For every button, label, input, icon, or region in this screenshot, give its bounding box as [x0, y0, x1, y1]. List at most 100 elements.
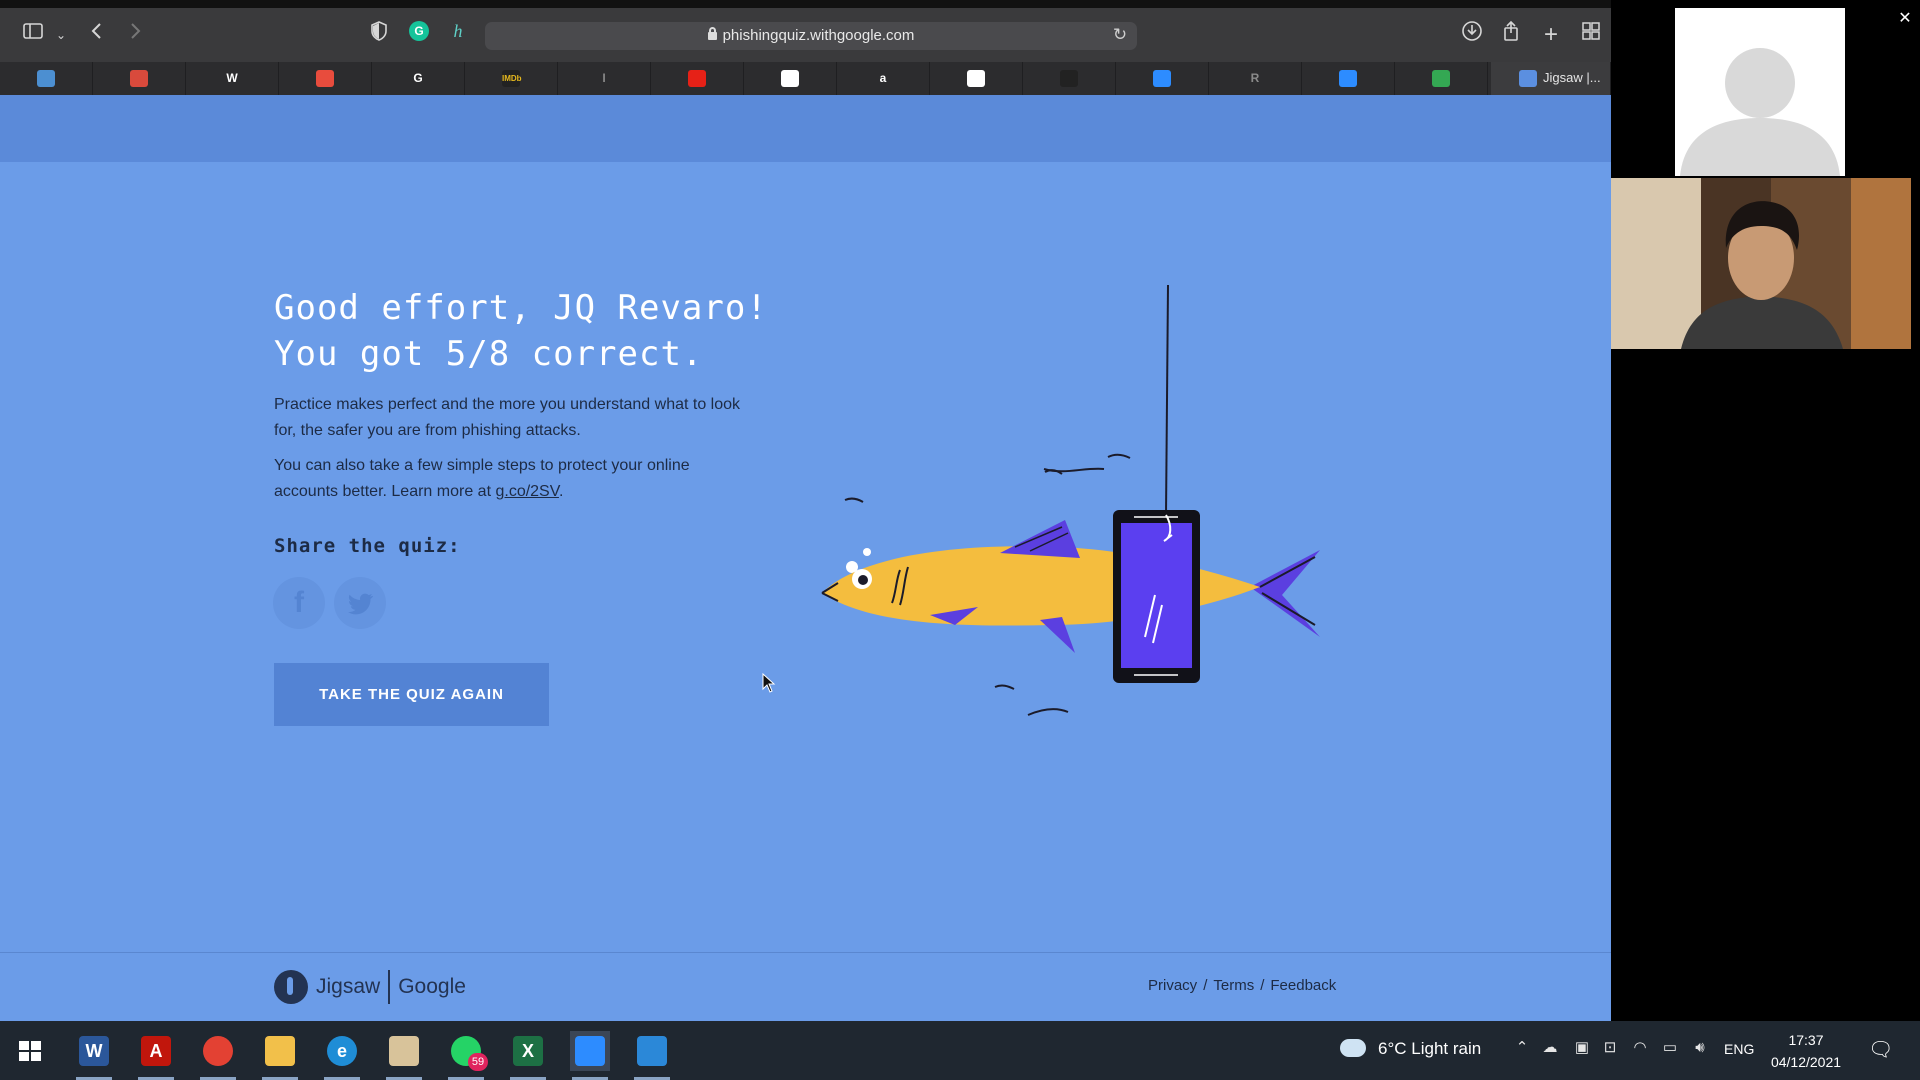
participant-video-feed	[1611, 178, 1911, 349]
close-icon[interactable]: ✕	[1890, 8, 1920, 28]
browser-tab[interactable]	[0, 62, 93, 95]
participant-tile-video[interactable]	[1611, 178, 1911, 349]
feedback-link[interactable]: Feedback	[1270, 977, 1336, 994]
sidebar-toggle-icon[interactable]	[18, 20, 48, 50]
browser-tab[interactable]: I	[558, 62, 651, 95]
google-wordmark: Google	[398, 975, 466, 998]
chevron-up-icon[interactable]: ⌃	[1512, 1038, 1532, 1058]
clock[interactable]: 17:37 04/12/2021	[1766, 1029, 1846, 1073]
asana-icon	[316, 70, 334, 87]
notification-badge: 59	[468, 1053, 488, 1071]
terms-link[interactable]: Terms	[1213, 977, 1254, 994]
share-icon[interactable]	[1496, 20, 1526, 50]
shield-icon[interactable]	[364, 20, 394, 50]
taskbar-app[interactable]	[198, 1031, 238, 1080]
learn-more-link[interactable]: g.co/2SV	[495, 483, 558, 500]
taskbar-app[interactable]	[632, 1031, 672, 1080]
taskbar-app[interactable]: 59	[446, 1031, 488, 1080]
address-bar[interactable]: phishingquiz.withgoogle.com	[485, 22, 1137, 50]
zoom-icon	[1339, 70, 1357, 87]
protect-paragraph: You can also take a few simple steps to …	[274, 453, 754, 505]
browser-tab[interactable]	[930, 62, 1023, 95]
taskbar-app[interactable]	[260, 1031, 300, 1080]
tab-bar: W G IMDb Ia R Jigsaw |...	[0, 62, 1611, 95]
car-icon	[130, 70, 148, 87]
chrome-icon	[203, 1036, 233, 1066]
link-separator: /	[1260, 977, 1265, 994]
back-icon[interactable]	[82, 20, 112, 50]
taskbar-app[interactable]: W	[74, 1031, 114, 1080]
taskbar-app[interactable]	[384, 1031, 424, 1080]
grammarly-icon[interactable]: G	[404, 20, 434, 50]
taskbar-app[interactable]: e	[322, 1031, 362, 1080]
take-quiz-again-button[interactable]: TAKE THE QUIZ AGAIN	[274, 663, 549, 726]
windows-logo-icon	[19, 1041, 41, 1061]
browser-tab[interactable]: a	[837, 62, 930, 95]
zoom-icon	[1153, 70, 1171, 87]
wifi-icon[interactable]: ◠	[1630, 1038, 1650, 1058]
weather-text[interactable]: 6°C Light rain	[1378, 1039, 1481, 1059]
taskbar-app[interactable]: X	[508, 1031, 548, 1080]
volume-icon[interactable]: 🔊︎	[1690, 1038, 1710, 1058]
word-icon: W	[79, 1036, 109, 1066]
browser-tab[interactable]	[744, 62, 837, 95]
tab-overview-icon[interactable]	[1576, 20, 1606, 50]
jigsaw-logo-icon	[274, 970, 308, 1004]
facebook-share-button[interactable]: f	[273, 577, 325, 629]
jigsaw-favicon-icon	[1519, 70, 1537, 87]
browser-tab[interactable]	[1302, 62, 1395, 95]
twitter-share-button[interactable]	[334, 577, 386, 629]
privacy-link[interactable]: Privacy	[1148, 977, 1197, 994]
reload-icon[interactable]: ↻	[1108, 20, 1132, 50]
jigsaw-google-logo[interactable]: Jigsaw Google	[274, 967, 466, 1007]
download-icon[interactable]	[1457, 20, 1487, 50]
device-icon[interactable]: ▣	[1572, 1038, 1592, 1058]
browser-tab[interactable]	[1395, 62, 1488, 95]
fish-phone-illustration	[821, 284, 1320, 716]
cloud-rain-icon[interactable]	[1340, 1039, 1366, 1057]
headline-line-1: Good effort, JQ Revaro!	[274, 288, 768, 328]
file-explorer-icon	[265, 1036, 295, 1066]
svg-text:h: h	[454, 21, 463, 41]
browser-tab[interactable]: G	[372, 62, 465, 95]
tab-active[interactable]: Jigsaw |...	[1491, 62, 1611, 95]
page-header-band	[0, 95, 1611, 162]
svg-text:G: G	[414, 24, 423, 38]
browser-tab[interactable]: R	[1209, 62, 1302, 95]
mouse-cursor-icon	[762, 673, 776, 693]
browser-window: ⌄ G h phishingquiz.withgoogle.com ↻ + W …	[0, 0, 1611, 1021]
chevron-down-icon[interactable]: ⌄	[46, 20, 76, 50]
participant-tile-placeholder[interactable]	[1675, 8, 1845, 176]
phone-screen	[1121, 523, 1192, 668]
dark-tab-icon	[1060, 70, 1078, 87]
browser-tab[interactable]: IMDb	[465, 62, 558, 95]
browser-tab[interactable]	[93, 62, 186, 95]
browser-tab[interactable]	[279, 62, 372, 95]
forward-icon[interactable]	[120, 20, 150, 50]
browser-tab[interactable]	[1023, 62, 1116, 95]
logo-separator	[388, 970, 391, 1004]
r-letter-icon: R	[1250, 71, 1260, 85]
notifications-icon[interactable]: 🗨︎	[1868, 1038, 1893, 1062]
battery-icon[interactable]: ▭	[1660, 1038, 1680, 1058]
onedrive-cloud-icon[interactable]: ☁	[1540, 1038, 1560, 1058]
taskbar-app[interactable]	[570, 1031, 610, 1080]
youtube-icon	[688, 70, 706, 87]
language-indicator[interactable]: ENG	[1724, 1041, 1754, 1057]
browser-tab[interactable]: W	[186, 62, 279, 95]
windows-taskbar: W Ae 59 X 6°C Light rain ⌃ ☁ ▣ ⊡ ◠ ▭ 🔊︎ ENG…	[0, 1021, 1920, 1080]
new-tab-icon[interactable]: +	[1536, 20, 1566, 50]
honey-extension-icon[interactable]: h	[443, 20, 473, 50]
amazon-icon: a	[879, 71, 887, 85]
taskbar-app[interactable]: A	[136, 1031, 176, 1080]
photos-icon	[637, 1036, 667, 1066]
start-button[interactable]	[10, 1031, 50, 1071]
share-label: Share the quiz:	[274, 535, 461, 557]
clock-date: 04/12/2021	[1770, 1054, 1842, 1070]
wikipedia-icon: W	[226, 71, 238, 85]
lock-icon	[707, 27, 717, 40]
meet-now-icon[interactable]: ⊡	[1600, 1038, 1620, 1058]
browser-tab[interactable]	[651, 62, 744, 95]
browser-tab[interactable]	[1116, 62, 1209, 95]
page-footer: Jigsaw Google Privacy / Terms / Feedback	[0, 952, 1611, 1021]
